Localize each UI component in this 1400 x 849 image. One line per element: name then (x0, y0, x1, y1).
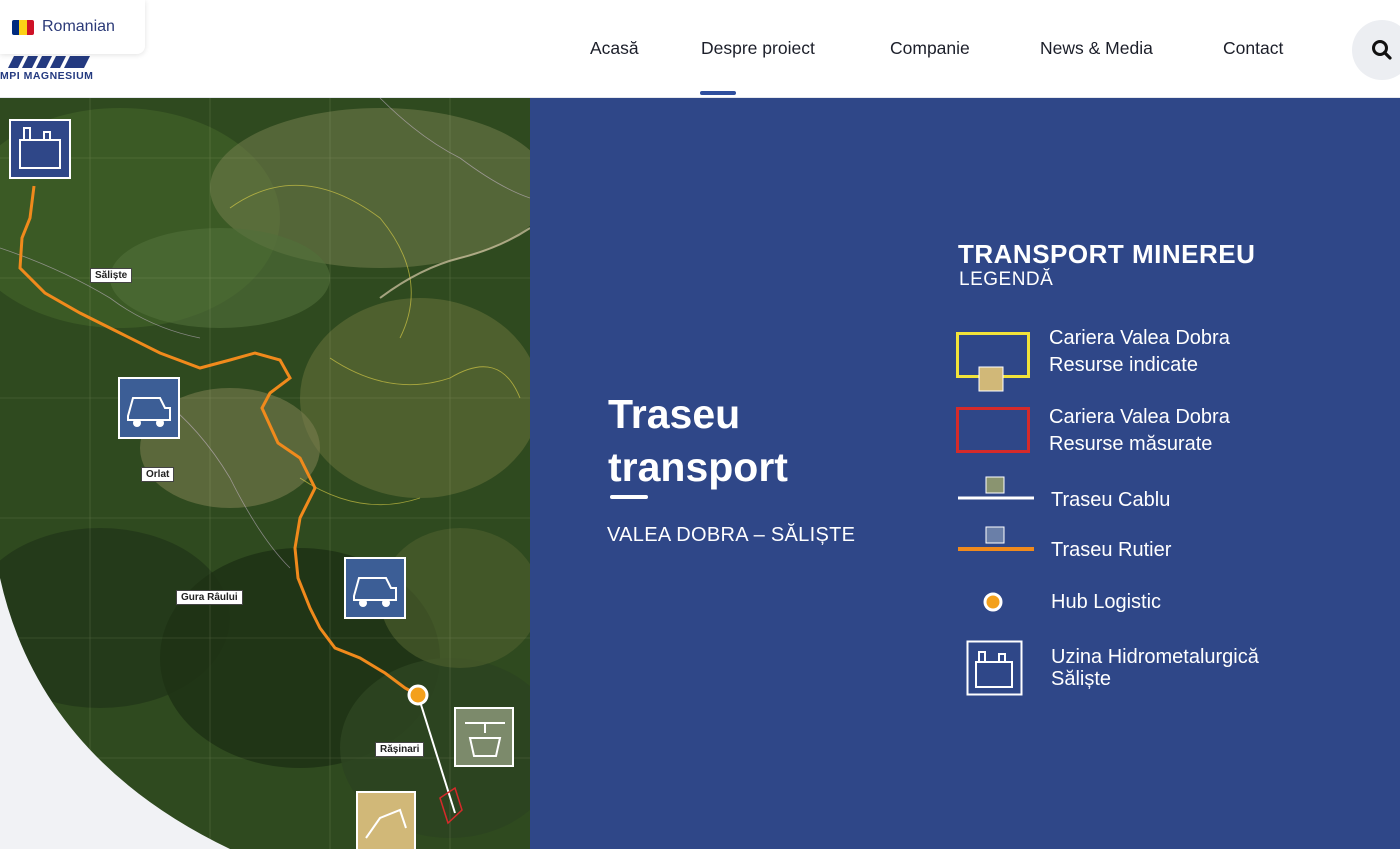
excavator-icon[interactable] (356, 791, 416, 849)
map-place-label: Rășinari (375, 742, 425, 757)
legend-factory-icon (966, 640, 1023, 696)
dump-truck-icon[interactable] (118, 377, 180, 439)
logo-text: MPI MAGNESIUM (0, 70, 94, 82)
title-underline (610, 495, 648, 499)
search-button[interactable] (1352, 20, 1400, 80)
legend-item-measured: Cariera Valea Dobra Resurse măsurate (1049, 406, 1230, 455)
legend-road-route-icon (958, 526, 1034, 551)
map-place-label: Orlat (141, 467, 175, 482)
nav-active-indicator (700, 91, 736, 95)
logo-mark-icon (8, 56, 90, 68)
legend-red-box-icon (956, 407, 1030, 453)
legend-title: TRANSPORT MINEREU (958, 239, 1256, 269)
nav-item-acasa[interactable]: Acasă (590, 38, 639, 59)
legend-hub-dot-icon (983, 592, 1003, 612)
romania-flag-icon (12, 19, 34, 35)
satellite-map[interactable]: Săliște Orlat Gura Râului Rășinari (0, 98, 530, 849)
map-canvas (0, 98, 530, 849)
legend-yellow-box-icon (956, 332, 1030, 392)
search-icon (1372, 40, 1392, 60)
site-header: Romanian MPI MAGNESIUM Acasă Despre proi… (0, 0, 1400, 98)
legend-cable-route-icon (958, 476, 1034, 500)
legend-subtitle: LEGENDĂ (959, 269, 1054, 290)
cable-car-icon[interactable] (454, 707, 514, 767)
legend-item-hub: Hub Logistic (1051, 591, 1162, 613)
legend-item-cable: Traseu Cablu (1051, 489, 1171, 511)
legend-item-road: Traseu Rutier (1051, 539, 1172, 561)
map-place-label: Săliște (90, 268, 133, 283)
nav-item-news-media[interactable]: News & Media (1040, 38, 1153, 59)
title-line-2: transport (608, 444, 788, 490)
dump-truck-icon[interactable] (344, 557, 406, 619)
legend-item-plant: Uzina Hidrometalurgică Săliște (1051, 646, 1259, 690)
nav-item-despre-proiect[interactable]: Despre proiect (701, 38, 815, 59)
page-title: Traseu transport (608, 388, 788, 494)
map-place-label: Gura Râului (176, 590, 243, 605)
language-selector[interactable]: Romanian (0, 0, 145, 54)
nav-item-companie[interactable]: Companie (890, 38, 970, 59)
legend-item-indicated: Cariera Valea Dobra Resurse indicate (1049, 327, 1230, 376)
language-label: Romanian (42, 18, 115, 35)
title-line-1: Traseu (608, 391, 741, 437)
map-hub-marker[interactable] (407, 684, 429, 706)
factory-icon[interactable] (9, 119, 71, 179)
transport-info-panel: Traseu transport VALEA DOBRA – SĂLIȘTE T… (530, 98, 1400, 849)
nav-item-contact[interactable]: Contact (1223, 38, 1283, 59)
page-subtitle: VALEA DOBRA – SĂLIȘTE (607, 524, 856, 546)
